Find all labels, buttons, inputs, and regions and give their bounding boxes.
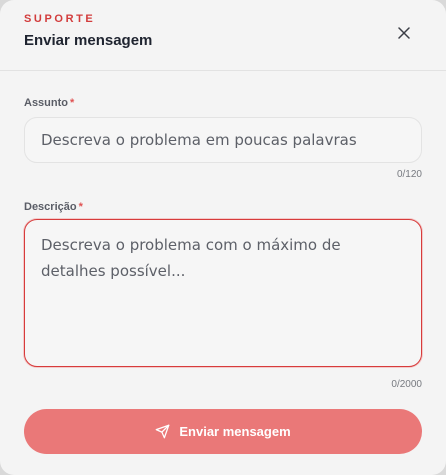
subject-label: Assunto * xyxy=(24,97,74,109)
support-modal: SUPORTE Enviar mensagem Assunto* 0/120 D… xyxy=(0,0,446,475)
modal-title: Enviar mensagem xyxy=(24,32,153,49)
subject-char-counter: 0/120 xyxy=(396,169,422,180)
send-message-button[interactable]: Enviar mensagem xyxy=(24,409,422,454)
modal-eyebrow: SUPORTE xyxy=(24,13,96,25)
subject-label-text: Assunto xyxy=(24,97,68,109)
close-icon xyxy=(398,27,410,39)
description-label: Descrição * xyxy=(24,201,83,213)
send-button-label: Enviar mensagem xyxy=(179,424,291,439)
description-required-mark: * xyxy=(78,201,83,213)
subject-input[interactable] xyxy=(24,117,422,163)
description-textarea[interactable] xyxy=(24,219,422,367)
send-icon xyxy=(155,424,170,439)
description-label-text: Descrição xyxy=(24,201,77,213)
modal-header: SUPORTE Enviar mensagem xyxy=(0,0,446,71)
description-char-counter: 0/2000 xyxy=(391,379,422,390)
close-button[interactable] xyxy=(392,21,416,45)
subject-required-mark: * xyxy=(70,97,75,109)
